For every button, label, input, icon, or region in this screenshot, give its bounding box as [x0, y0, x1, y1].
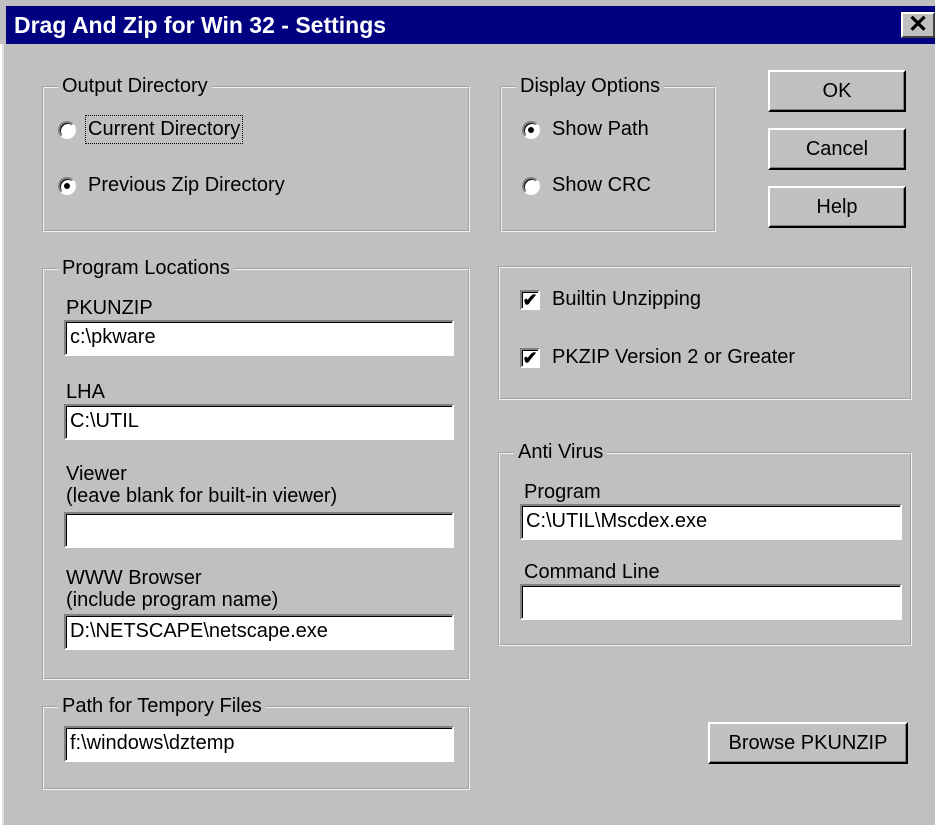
display-options-group: Display Options [500, 73, 716, 232]
pkzip-version-2-label: PKZIP Version 2 or Greater [552, 346, 796, 368]
radio-label-previous-zip-directory: Previous Zip Directory [88, 174, 285, 196]
checkbox-checked-icon: ✔ [520, 289, 540, 310]
www-browser-path-input[interactable]: D:\NETSCAPE\netscape.exe [64, 614, 454, 650]
command-line-label: Command Line [524, 561, 660, 583]
viewer-path-input[interactable] [64, 512, 454, 548]
radio-button-icon [58, 120, 76, 139]
title-bar[interactable]: Drag And Zip for Win 32 - Settings ✕ [6, 6, 935, 44]
radio-previous-zip-directory[interactable]: Previous Zip Directory [58, 174, 285, 197]
browse-pkunzip-button[interactable]: Browse PKUNZIP [708, 722, 908, 764]
radio-button-icon [522, 176, 540, 195]
radio-current-directory[interactable]: Current Directory [58, 115, 244, 144]
anti-virus-legend: Anti Virus [514, 439, 608, 465]
radio-show-path[interactable]: Show Path [522, 118, 649, 141]
viewer-label: Viewer [66, 463, 127, 485]
radio-label-show-path: Show Path [552, 118, 649, 140]
temp-files-legend: Path for Tempory Files [58, 693, 266, 719]
ok-button[interactable]: OK [768, 70, 906, 112]
help-button[interactable]: Help [768, 186, 906, 228]
window-title: Drag And Zip for Win 32 - Settings [14, 12, 387, 38]
radio-button-selected-icon [58, 176, 76, 195]
checkbox-builtin-unzipping[interactable]: ✔ Builtin Unzipping [520, 288, 701, 311]
www-browser-hint: (include program name) [66, 589, 279, 611]
radio-button-selected-icon [522, 120, 540, 139]
window-frame-edge-inner [2, 44, 4, 825]
cancel-button[interactable]: Cancel [768, 128, 906, 170]
command-line-input[interactable] [520, 584, 902, 620]
lha-path-input[interactable]: C:\UTIL [64, 404, 454, 440]
output-directory-group: Output Directory [42, 73, 470, 232]
program-locations-legend: Program Locations [58, 255, 234, 281]
checkbox-checked-icon: ✔ [520, 347, 540, 368]
lha-label: LHA [66, 381, 105, 403]
anti-virus-program-input[interactable]: C:\UTIL\Mscdex.exe [520, 504, 902, 540]
radio-label-current-directory: Current Directory [84, 115, 244, 144]
viewer-hint: (leave blank for built-in viewer) [66, 485, 338, 507]
temp-files-path-input[interactable]: f:\windows\dztemp [64, 726, 454, 762]
checkbox-pkzip-version-2[interactable]: ✔ PKZIP Version 2 or Greater [520, 346, 795, 369]
radio-label-show-crc: Show CRC [552, 174, 651, 196]
radio-show-crc[interactable]: Show CRC [522, 174, 651, 197]
pkunzip-path-input[interactable]: c:\pkware [64, 320, 454, 356]
unzip-options-group [498, 266, 912, 400]
display-options-legend: Display Options [516, 73, 665, 99]
builtin-unzipping-label: Builtin Unzipping [552, 288, 701, 310]
output-directory-legend: Output Directory [58, 73, 212, 99]
close-icon[interactable]: ✕ [901, 12, 935, 38]
settings-dialog: Drag And Zip for Win 32 - Settings ✕ Out… [0, 0, 935, 825]
anti-virus-program-label: Program [524, 481, 601, 503]
pkunzip-label: PKUNZIP [66, 297, 153, 319]
www-browser-label: WWW Browser [66, 567, 202, 589]
